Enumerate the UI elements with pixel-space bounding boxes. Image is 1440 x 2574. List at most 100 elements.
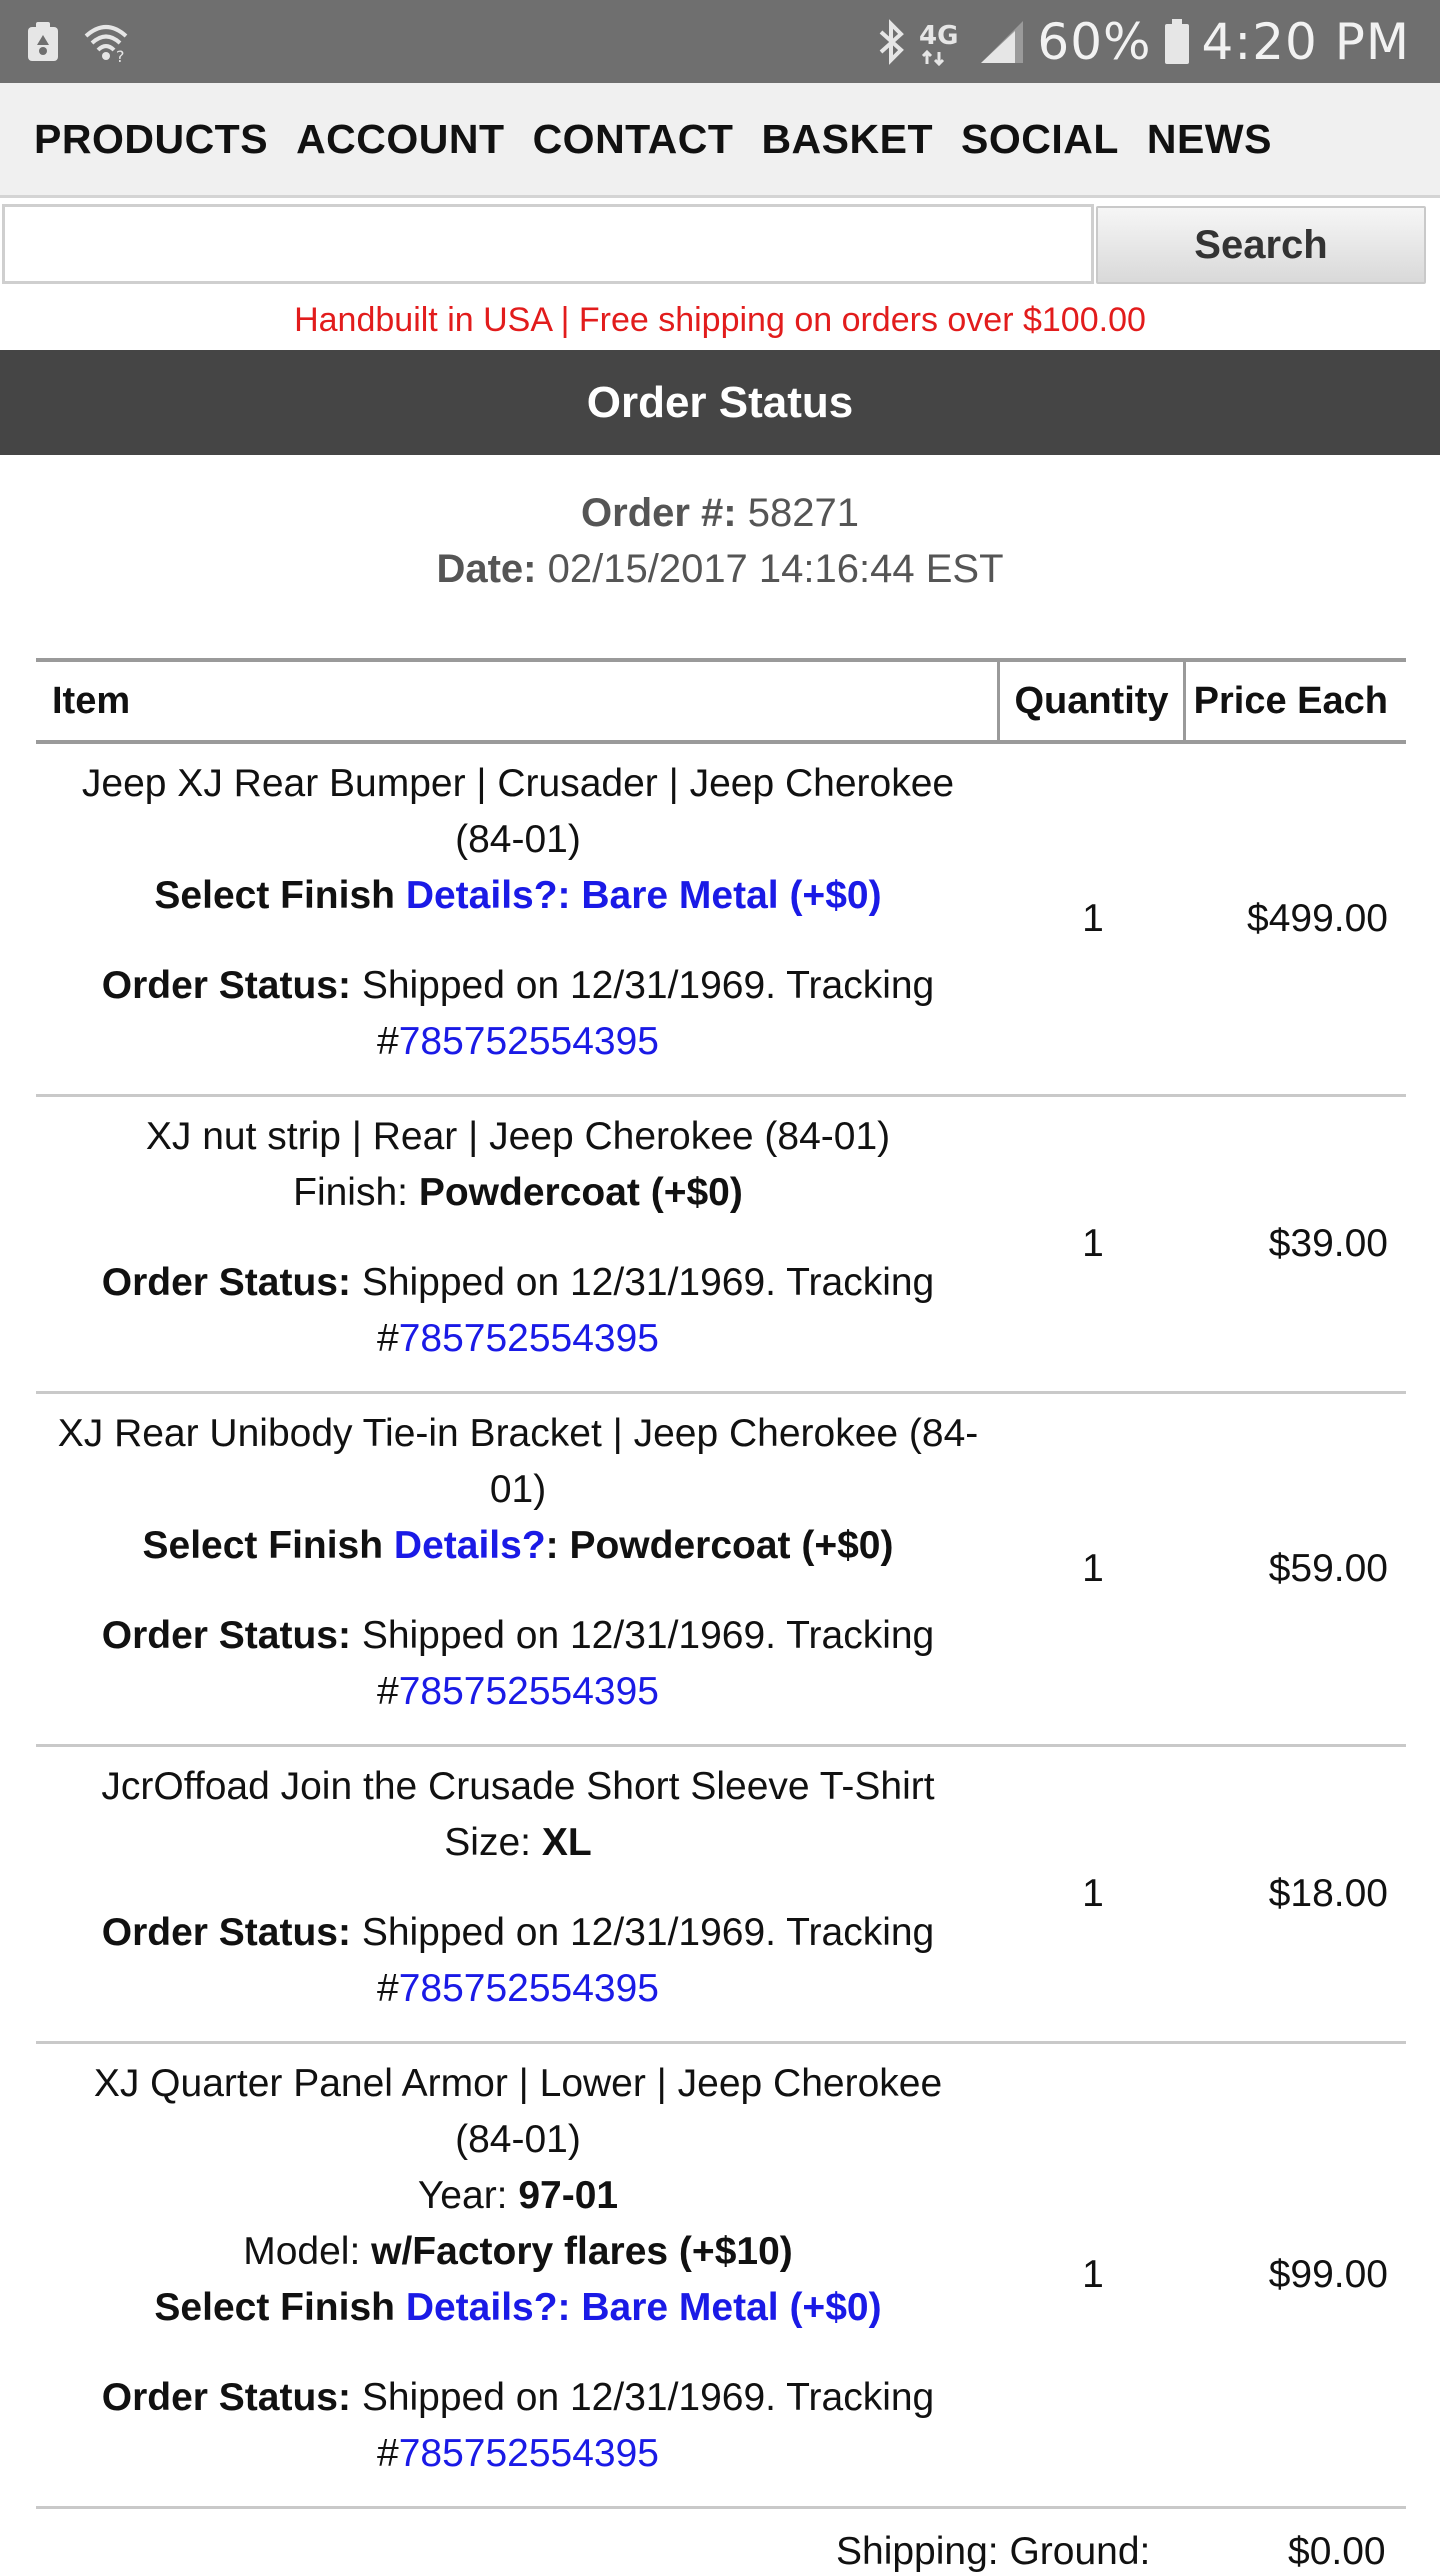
item-cell: JcrOffoad Join the Crusade Short Sleeve … [36, 1747, 1000, 2041]
details-link[interactable]: Details? [394, 1524, 546, 1567]
nav-products[interactable]: PRODUCTS [34, 116, 268, 163]
item-order-status: Order Status: Shipped on 12/31/1969. Tra… [56, 958, 980, 1070]
nav-basket[interactable]: BASKET [761, 116, 933, 163]
column-header-price: Price Each [1193, 679, 1388, 722]
signal-icon [979, 19, 1025, 65]
order-status-text: Shipped on 12/31/1969. Tracking [361, 2376, 935, 2419]
order-meta: Order #: 58271 Date: 02/15/2017 14:16:44… [0, 485, 1440, 597]
column-header-quantity: Quantity [1000, 662, 1186, 740]
item-order-status: Order Status: Shipped on 12/31/1969. Tra… [56, 2370, 980, 2482]
svg-text:?: ? [116, 47, 125, 62]
item-name: JcrOffoad Join the Crusade Short Sleeve … [101, 1765, 935, 1808]
option-label: Select Finish [142, 1524, 384, 1567]
item-price: $39.00 [1268, 1222, 1388, 1265]
option-value: : Powdercoat (+$0) [545, 1524, 894, 1567]
item-quantity: 1 [1082, 2253, 1104, 2296]
item-order-status: Order Status: Shipped on 12/31/1969. Tra… [56, 1905, 980, 2017]
table-body: Jeep XJ Rear Bumper | Crusader | Jeep Ch… [36, 744, 1406, 2509]
table-row: XJ Quarter Panel Armor | Lower | Jeep Ch… [36, 2044, 1406, 2509]
shipping-value: $0.00 [1288, 2530, 1386, 2573]
tracking-hash: # [377, 1317, 399, 1360]
battery-percent: 60% [1037, 13, 1152, 71]
item-price: $499.00 [1247, 897, 1388, 940]
details-link[interactable]: Details?: Bare Metal (+$0) [406, 2286, 882, 2329]
search-button[interactable]: Search [1096, 206, 1426, 284]
search-input[interactable] [2, 204, 1094, 284]
item-name: Jeep XJ Rear Bumper | Crusader | Jeep Ch… [81, 762, 955, 861]
tracking-hash: # [377, 1020, 399, 1063]
option-label: Model: [243, 2230, 361, 2273]
order-status-label: Order Status: [101, 1261, 351, 1304]
order-status-text: Shipped on 12/31/1969. Tracking [361, 1261, 935, 1304]
item-cell: XJ Rear Unibody Tie-in Bracket | Jeep Ch… [36, 1394, 1000, 1744]
item-option: Year: 97-01 [56, 2168, 980, 2224]
shipping-label: Shipping: Ground: [836, 2530, 1151, 2573]
item-quantity: 1 [1082, 897, 1104, 940]
bluetooth-icon [877, 18, 907, 66]
order-status-label: Order Status: [101, 1911, 351, 1954]
item-quantity: 1 [1082, 1872, 1104, 1915]
nav-social[interactable]: SOCIAL [961, 116, 1119, 163]
item-option: Finish: Powdercoat (+$0) [56, 1165, 980, 1221]
item-price: $99.00 [1268, 2253, 1388, 2296]
option-value: XL [541, 1821, 592, 1864]
details-link[interactable]: Details?: Bare Metal (+$0) [406, 874, 882, 917]
item-name: XJ Quarter Panel Armor | Lower | Jeep Ch… [93, 2062, 943, 2161]
order-status-text: Shipped on 12/31/1969. Tracking [361, 964, 935, 1007]
search-bar: Search [0, 202, 1440, 286]
item-cell: Jeep XJ Rear Bumper | Crusader | Jeep Ch… [36, 744, 1000, 1094]
tracking-link[interactable]: 785752554395 [399, 1670, 659, 1713]
order-number-line: Order #: 58271 [0, 485, 1440, 541]
tracking-link[interactable]: 785752554395 [399, 1317, 659, 1360]
nav-account[interactable]: ACCOUNT [296, 116, 504, 163]
option-label: Year: [417, 2174, 508, 2217]
battery-icon [1164, 19, 1190, 65]
item-name: XJ Rear Unibody Tie-in Bracket | Jeep Ch… [57, 1412, 979, 1511]
item-option: Select Finish Details?: Powdercoat (+$0) [56, 1518, 980, 1574]
order-number-label: Order #: [581, 491, 737, 535]
page-title: Order Status [0, 350, 1440, 455]
tracking-link[interactable]: 785752554395 [399, 2432, 659, 2475]
tracking-hash: # [377, 1967, 399, 2010]
table-header: Item Quantity Price Each [36, 658, 1406, 744]
clock: 4:20 PM [1201, 13, 1410, 71]
item-quantity: 1 [1082, 1222, 1104, 1265]
order-status-text: Shipped on 12/31/1969. Tracking [361, 1911, 935, 1954]
tracking-link[interactable]: 785752554395 [399, 1020, 659, 1063]
main-nav: PRODUCTS ACCOUNT CONTACT BASKET SOCIAL N… [0, 83, 1440, 198]
network-type: 4G [919, 21, 958, 51]
recycle-notification-icon [26, 21, 60, 63]
item-order-status: Order Status: Shipped on 12/31/1969. Tra… [56, 1255, 980, 1367]
item-cell: XJ nut strip | Rear | Jeep Cherokee (84-… [36, 1097, 1000, 1391]
tracking-hash: # [377, 2432, 399, 2475]
order-date-label: Date: [436, 547, 537, 591]
option-label: Finish: [293, 1171, 408, 1214]
4g-lte-icon: 4G [919, 18, 967, 66]
table-row: Jeep XJ Rear Bumper | Crusader | Jeep Ch… [36, 744, 1406, 1097]
option-value: Powdercoat (+$0) [418, 1171, 743, 1214]
android-status-bar: ? 4G 60% 4:20 PM [0, 0, 1440, 83]
table-row: XJ nut strip | Rear | Jeep Cherokee (84-… [36, 1097, 1406, 1394]
option-value: 97-01 [518, 2174, 619, 2217]
item-option: Size: XL [56, 1815, 980, 1871]
nav-news[interactable]: NEWS [1147, 116, 1272, 163]
nav-contact[interactable]: CONTACT [533, 116, 734, 163]
item-name: XJ nut strip | Rear | Jeep Cherokee (84-… [145, 1115, 891, 1158]
table-row: XJ Rear Unibody Tie-in Bracket | Jeep Ch… [36, 1394, 1406, 1747]
option-label: Size: [444, 1821, 531, 1864]
order-status-text: Shipped on 12/31/1969. Tracking [361, 1614, 935, 1657]
item-option: Select Finish Details?: Bare Metal (+$0) [56, 2280, 980, 2336]
order-status-label: Order Status: [101, 2376, 351, 2419]
column-header-item: Item [36, 662, 1000, 740]
item-order-status: Order Status: Shipped on 12/31/1969. Tra… [56, 1608, 980, 1720]
order-status-label: Order Status: [101, 964, 351, 1007]
option-label: Select Finish [154, 874, 395, 917]
option-label: Select Finish [154, 2286, 395, 2329]
order-status-label: Order Status: [101, 1614, 351, 1657]
item-cell: XJ Quarter Panel Armor | Lower | Jeep Ch… [36, 2044, 1000, 2506]
tracking-link[interactable]: 785752554395 [399, 1967, 659, 2010]
wifi-question-icon: ? [82, 22, 130, 62]
table-row: JcrOffoad Join the Crusade Short Sleeve … [36, 1747, 1406, 2044]
order-date-line: Date: 02/15/2017 14:16:44 EST [0, 541, 1440, 597]
item-price: $18.00 [1268, 1872, 1388, 1915]
